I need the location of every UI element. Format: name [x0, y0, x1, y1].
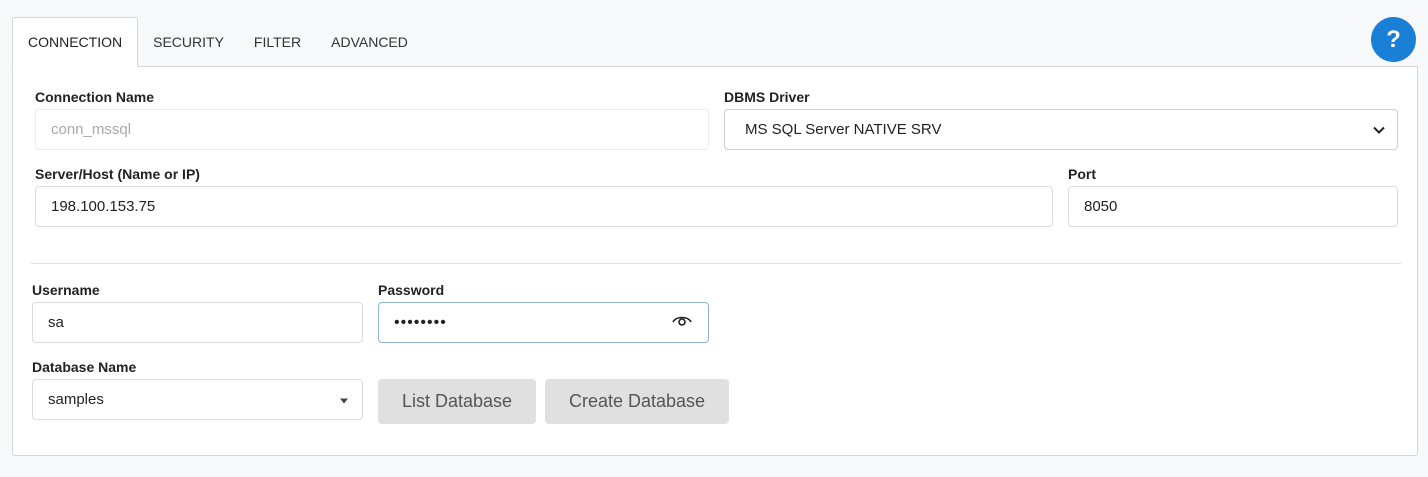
connection-name-input[interactable]: conn_mssql — [35, 109, 709, 150]
dbms-driver-label: DBMS Driver — [724, 89, 810, 105]
list-database-button[interactable]: List Database — [378, 379, 536, 424]
chevron-down-icon — [1373, 121, 1385, 138]
create-database-button[interactable]: Create Database — [545, 379, 729, 424]
server-host-input[interactable]: 198.100.153.75 — [35, 186, 1053, 227]
port-value: 8050 — [1084, 198, 1118, 215]
server-host-value: 198.100.153.75 — [51, 198, 156, 215]
caret-down-icon — [340, 398, 348, 403]
port-label: Port — [1068, 166, 1096, 182]
help-button[interactable]: ? — [1371, 17, 1416, 62]
database-name-value: samples — [48, 391, 104, 408]
eye-icon[interactable] — [672, 314, 692, 332]
connection-name-label: Connection Name — [35, 89, 155, 105]
username-input[interactable]: sa — [32, 302, 363, 343]
dbms-driver-value: MS SQL Server NATIVE SRV — [745, 121, 942, 138]
tab-filter[interactable]: FILTER — [239, 17, 316, 67]
port-input[interactable]: 8050 — [1068, 186, 1398, 227]
database-name-label: Database Name — [32, 359, 137, 375]
database-name-select[interactable]: samples — [32, 379, 363, 420]
server-host-label: Server/Host (Name or IP) — [35, 166, 200, 182]
section-divider — [31, 263, 1401, 264]
tab-advanced[interactable]: ADVANCED — [316, 17, 423, 67]
password-label: Password — [378, 282, 445, 298]
tab-security[interactable]: SECURITY — [138, 17, 239, 67]
help-icon: ? — [1386, 25, 1401, 53]
tab-bar: CONNECTION SECURITY FILTER ADVANCED — [12, 17, 423, 67]
connection-name-placeholder: conn_mssql — [51, 121, 132, 138]
dbms-driver-select[interactable]: MS SQL Server NATIVE SRV — [724, 109, 1398, 150]
password-value: •••••••• — [394, 313, 447, 331]
tab-connection[interactable]: CONNECTION — [12, 17, 139, 67]
connection-panel: Connection Name conn_mssql DBMS Driver M… — [12, 66, 1418, 456]
password-input[interactable]: •••••••• — [378, 302, 709, 343]
username-label: Username — [32, 282, 100, 298]
username-value: sa — [48, 314, 64, 331]
